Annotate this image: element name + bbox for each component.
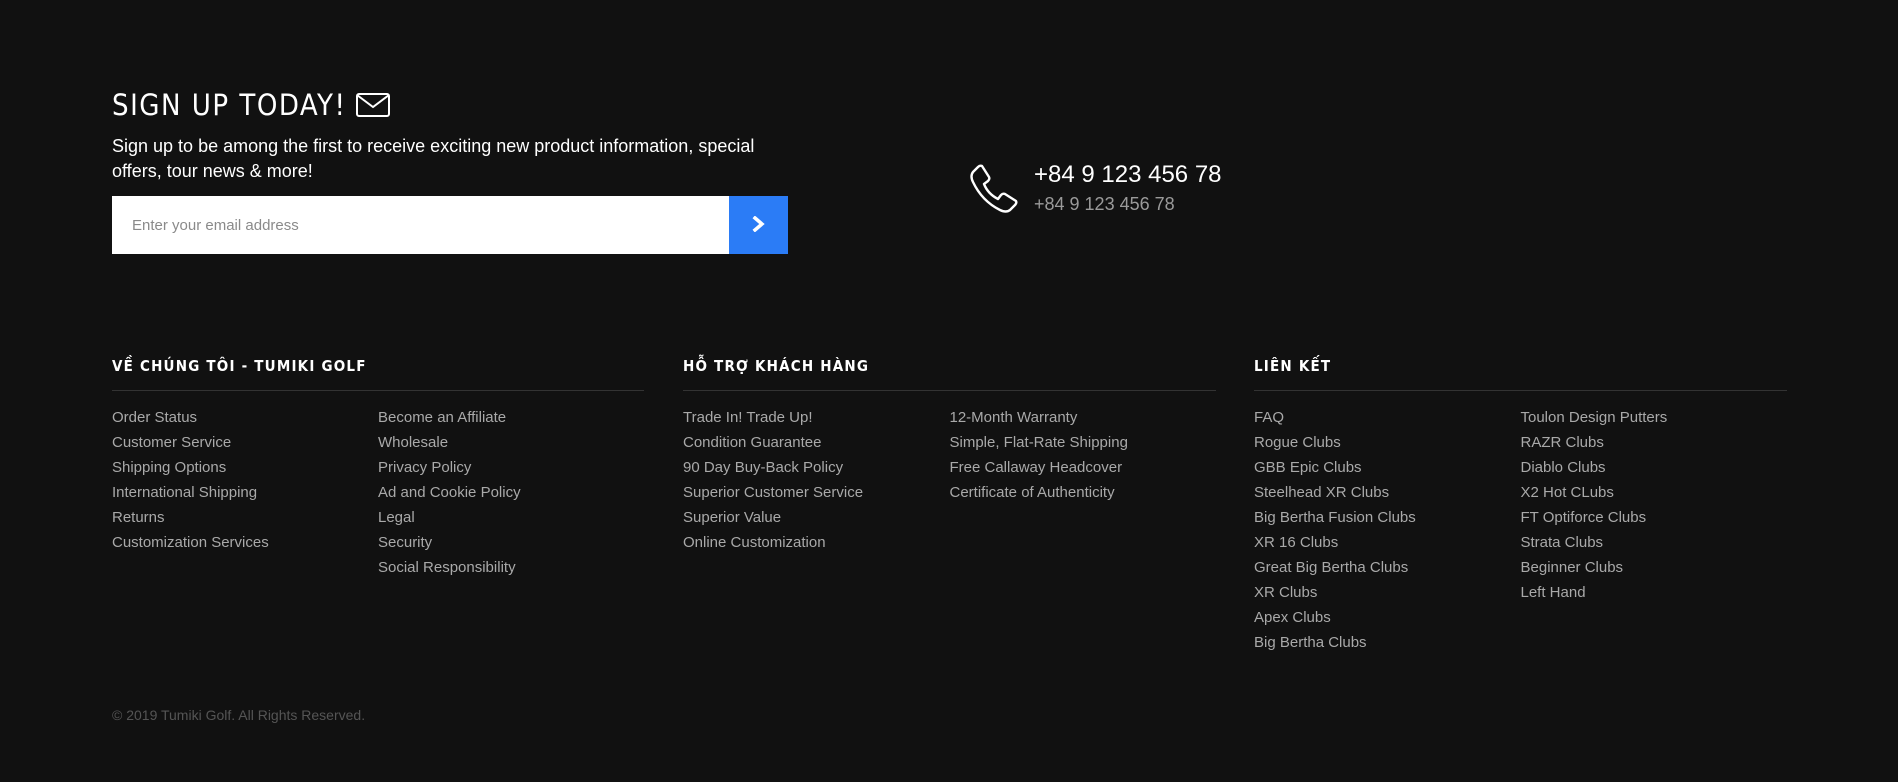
footer-link[interactable]: Security [378, 530, 644, 555]
link-list: Become an Affiliate Wholesale Privacy Po… [378, 405, 644, 580]
footer-link[interactable]: Online Customization [683, 530, 950, 555]
footer-link[interactable]: Rogue Clubs [1254, 430, 1521, 455]
footer-link[interactable]: Big Bertha Clubs [1254, 630, 1521, 655]
footer-link[interactable]: Big Bertha Fusion Clubs [1254, 505, 1521, 530]
footer-link[interactable]: Toulon Design Putters [1521, 405, 1788, 430]
footer-column-links: LIÊN KẾT FAQ Rogue Clubs GBB Epic Clubs … [1254, 356, 1787, 655]
footer-link[interactable]: Order Status [112, 405, 378, 430]
footer-link[interactable]: Ad and Cookie Policy [378, 480, 644, 505]
footer-link[interactable]: Legal [378, 505, 644, 530]
column-title: LIÊN KẾT [1254, 356, 1787, 391]
footer-link[interactable]: Apex Clubs [1254, 605, 1521, 630]
phone-secondary[interactable]: +84 9 123 456 78 [1034, 192, 1222, 216]
link-list: Toulon Design Putters RAZR Clubs Diablo … [1521, 405, 1788, 655]
signup-description: Sign up to be among the first to receive… [112, 136, 755, 181]
email-input[interactable] [112, 196, 729, 254]
footer-link[interactable]: 12-Month Warranty [950, 405, 1217, 430]
footer-link[interactable]: Returns [112, 505, 378, 530]
column-title: VỀ CHÚNG TÔI - TUMIKI GOLF [112, 356, 644, 391]
footer-link[interactable]: Privacy Policy [378, 455, 644, 480]
phone-primary[interactable]: +84 9 123 456 78 [1034, 160, 1222, 190]
footer-link[interactable]: RAZR Clubs [1521, 430, 1788, 455]
footer-link[interactable]: Customer Service [112, 430, 378, 455]
footer-link[interactable]: Social Responsibility [378, 555, 644, 580]
footer-link[interactable]: Become an Affiliate [378, 405, 644, 430]
footer-column-about: VỀ CHÚNG TÔI - TUMIKI GOLF Order Status … [112, 356, 644, 580]
column-title: HỖ TRỢ KHÁCH HÀNG [683, 356, 1216, 391]
copyright-text: © 2019 Tumiki Golf. All Rights Reserved. [112, 707, 366, 723]
footer-link[interactable]: Condition Guarantee [683, 430, 950, 455]
footer-link[interactable]: Certificate of Authenticity [950, 480, 1217, 505]
footer-link[interactable]: Superior Value [683, 505, 950, 530]
envelope-icon [356, 93, 391, 117]
footer-link[interactable]: Great Big Bertha Clubs [1254, 555, 1521, 580]
footer-column-support: HỖ TRỢ KHÁCH HÀNG Trade In! Trade Up! Co… [683, 356, 1216, 555]
footer-link[interactable]: Trade In! Trade Up! [683, 405, 950, 430]
signup-heading: SIGN UP TODAY! [112, 86, 792, 124]
link-list: FAQ Rogue Clubs GBB Epic Clubs Steelhead… [1254, 405, 1521, 655]
phone-icon [968, 162, 1020, 219]
footer-link[interactable]: Simple, Flat-Rate Shipping [950, 430, 1217, 455]
footer-link[interactable]: Wholesale [378, 430, 644, 455]
phone-numbers: +84 9 123 456 78 +84 9 123 456 78 [1034, 160, 1222, 216]
subscribe-button[interactable] [729, 196, 788, 254]
footer-link[interactable]: Strata Clubs [1521, 530, 1788, 555]
footer-link[interactable]: XR 16 Clubs [1254, 530, 1521, 555]
email-signup-form [112, 196, 788, 254]
footer-link[interactable]: Superior Customer Service [683, 480, 950, 505]
footer-link[interactable]: X2 Hot CLubs [1521, 480, 1788, 505]
link-list: 12-Month Warranty Simple, Flat-Rate Ship… [950, 405, 1217, 555]
footer-link[interactable]: GBB Epic Clubs [1254, 455, 1521, 480]
footer-link[interactable]: XR Clubs [1254, 580, 1521, 605]
footer-link[interactable]: Left Hand [1521, 580, 1788, 605]
contact-phone: +84 9 123 456 78 +84 9 123 456 78 [968, 160, 1222, 219]
link-list: Trade In! Trade Up! Condition Guarantee … [683, 405, 950, 555]
footer-link[interactable]: International Shipping [112, 480, 378, 505]
footer-link[interactable]: FT Optiforce Clubs [1521, 505, 1788, 530]
footer-link[interactable]: FAQ [1254, 405, 1521, 430]
footer-link[interactable]: Diablo Clubs [1521, 455, 1788, 480]
footer-link[interactable]: Beginner Clubs [1521, 555, 1788, 580]
chevron-right-icon [752, 215, 766, 235]
footer-link[interactable]: Customization Services [112, 530, 378, 555]
footer-link[interactable]: Shipping Options [112, 455, 378, 480]
link-list: Order Status Customer Service Shipping O… [112, 405, 378, 580]
footer-link[interactable]: 90 Day Buy-Back Policy [683, 455, 950, 480]
signup-section: SIGN UP TODAY! Sign up to be among the f… [112, 86, 792, 254]
signup-title: SIGN UP TODAY! [112, 88, 347, 122]
footer-link[interactable]: Steelhead XR Clubs [1254, 480, 1521, 505]
footer-link[interactable]: Free Callaway Headcover [950, 455, 1217, 480]
